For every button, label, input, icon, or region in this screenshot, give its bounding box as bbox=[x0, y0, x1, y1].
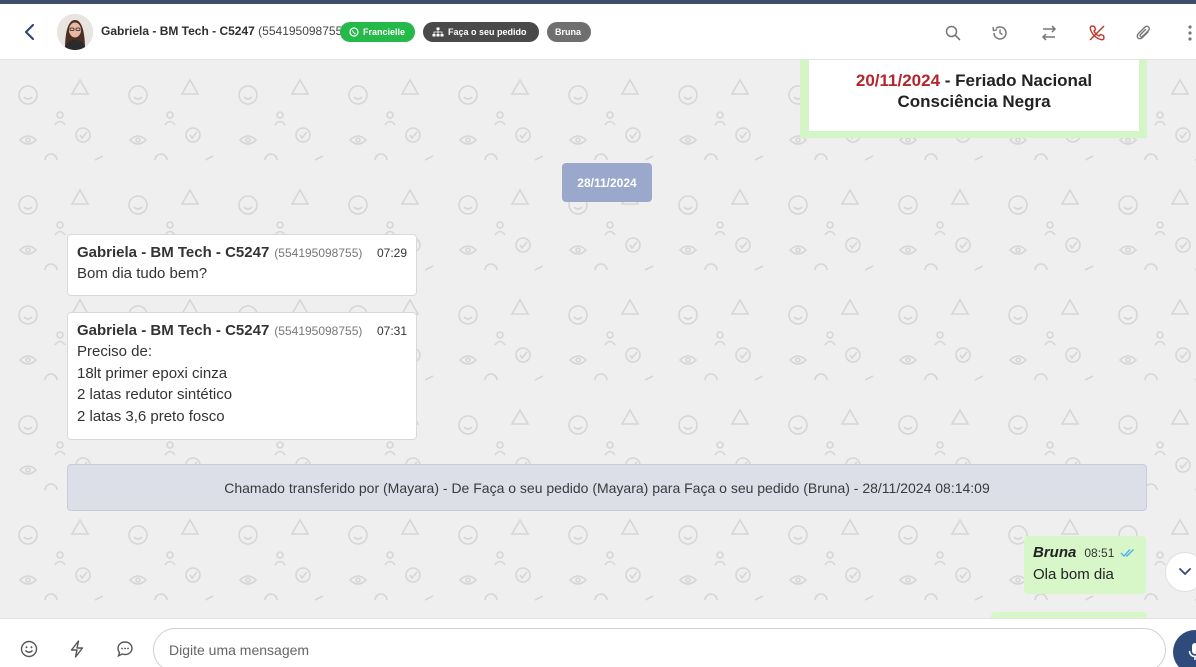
more-icon bbox=[1188, 25, 1192, 41]
message-sender: Bruna bbox=[1033, 544, 1077, 561]
message-sender-phone: (554195098755) bbox=[274, 246, 363, 260]
contact-title: Gabriela - BM Tech - C5247 (554195098755… bbox=[101, 24, 346, 38]
holiday-notice-image[interactable]: 20/11/2024 - Feriado Nacional Consciênci… bbox=[800, 60, 1147, 138]
message-time: 07:31 bbox=[376, 324, 407, 338]
agent-tag[interactable]: Francielle bbox=[340, 22, 415, 42]
holiday-notice-line1: 20/11/2024 - Feriado Nacional bbox=[809, 70, 1139, 91]
attach-button[interactable] bbox=[1134, 23, 1154, 43]
message-sender: Gabriela - BM Tech - C5247 bbox=[77, 244, 270, 261]
more-options-button[interactable] bbox=[1184, 23, 1196, 43]
user-tag-label: Bruna bbox=[555, 27, 582, 37]
end-call-button[interactable] bbox=[1087, 23, 1107, 43]
org-chart-icon bbox=[432, 27, 444, 37]
user-tag[interactable]: Bruna bbox=[547, 22, 591, 42]
emoji-icon bbox=[20, 640, 38, 658]
search-button[interactable] bbox=[943, 23, 963, 43]
incoming-message[interactable]: Gabriela - BM Tech - C5247 (554195098755… bbox=[67, 234, 417, 296]
message-line: Preciso de: bbox=[77, 343, 153, 360]
message-time: 07:29 bbox=[376, 246, 407, 260]
chat-messages-area[interactable]: 20/11/2024 - Feriado Nacional Consciênci… bbox=[0, 60, 1196, 618]
message-line: 18lt primer epoxi cinza bbox=[77, 364, 228, 382]
holiday-title: - Feriado Nacional bbox=[940, 71, 1093, 90]
hangup-icon bbox=[1089, 25, 1105, 41]
message-line: 2 latas redutor sintético bbox=[77, 386, 233, 403]
incoming-message[interactable]: Gabriela - BM Tech - C5247 (554195098755… bbox=[67, 312, 417, 440]
message-composer bbox=[0, 618, 1196, 667]
holiday-notice-line2: Consciência Negra bbox=[897, 92, 1051, 111]
message-header: Gabriela - BM Tech - C5247 (554195098755… bbox=[77, 322, 407, 339]
back-button[interactable] bbox=[18, 20, 42, 44]
contact-photo bbox=[57, 14, 93, 50]
message-header: Bruna 08:51 bbox=[1033, 544, 1137, 561]
queue-tag[interactable]: Faça o seu pedido bbox=[423, 22, 539, 42]
attachment-icon bbox=[1136, 25, 1150, 40]
chat-header: Gabriela - BM Tech - C5247 (554195098755… bbox=[0, 4, 1196, 60]
search-icon bbox=[945, 25, 961, 41]
lightning-icon bbox=[70, 640, 84, 658]
message-line: 2 latas 3,6 preto fosco bbox=[77, 407, 225, 425]
history-button[interactable] bbox=[990, 23, 1010, 43]
transfer-button[interactable] bbox=[1039, 23, 1059, 43]
message-sender-phone: (554195098755) bbox=[274, 324, 363, 338]
message-header: Gabriela - BM Tech - C5247 (554195098755… bbox=[77, 244, 407, 261]
record-audio-button[interactable] bbox=[1173, 630, 1196, 667]
outgoing-message[interactable]: Bruna 08:51 Ola bom dia bbox=[1024, 536, 1146, 594]
history-icon bbox=[992, 26, 1007, 40]
message-text: Ola bom dia bbox=[1033, 566, 1114, 583]
holiday-notice-content: 20/11/2024 - Feriado Nacional Consciênci… bbox=[809, 60, 1139, 131]
emoji-button[interactable] bbox=[19, 639, 39, 659]
agent-tag-label: Francielle bbox=[363, 27, 406, 37]
message-sender: Gabriela - BM Tech - C5247 bbox=[77, 322, 270, 339]
avatar[interactable] bbox=[57, 14, 93, 50]
transfer-icon bbox=[1041, 25, 1057, 41]
comment-button[interactable] bbox=[115, 639, 135, 659]
chat-bubble-icon bbox=[117, 641, 133, 658]
message-text: Bom dia tudo bem? bbox=[77, 265, 208, 282]
whatsapp-icon bbox=[349, 27, 359, 37]
transfer-system-message: Chamado transferido por (Mayara) - De Fa… bbox=[67, 464, 1147, 511]
message-time: 08:51 bbox=[1084, 545, 1115, 560]
message-text: Preciso de: 18lt primer epoxi cinza 2 la… bbox=[77, 341, 407, 427]
message-input[interactable] bbox=[153, 628, 1166, 667]
queue-tag-label: Faça o seu pedido bbox=[448, 27, 527, 37]
date-separator: 28/11/2024 bbox=[562, 163, 652, 202]
read-receipt-icon bbox=[1120, 548, 1136, 558]
contact-phone: (554195098755) bbox=[258, 24, 347, 38]
quick-replies-button[interactable] bbox=[67, 639, 87, 659]
microphone-icon bbox=[1188, 643, 1196, 660]
chevron-left-icon bbox=[24, 23, 35, 41]
chevron-down-icon bbox=[1179, 568, 1191, 575]
holiday-date: 20/11/2024 bbox=[855, 71, 941, 90]
contact-name: Gabriela - BM Tech - C5247 bbox=[101, 24, 255, 38]
